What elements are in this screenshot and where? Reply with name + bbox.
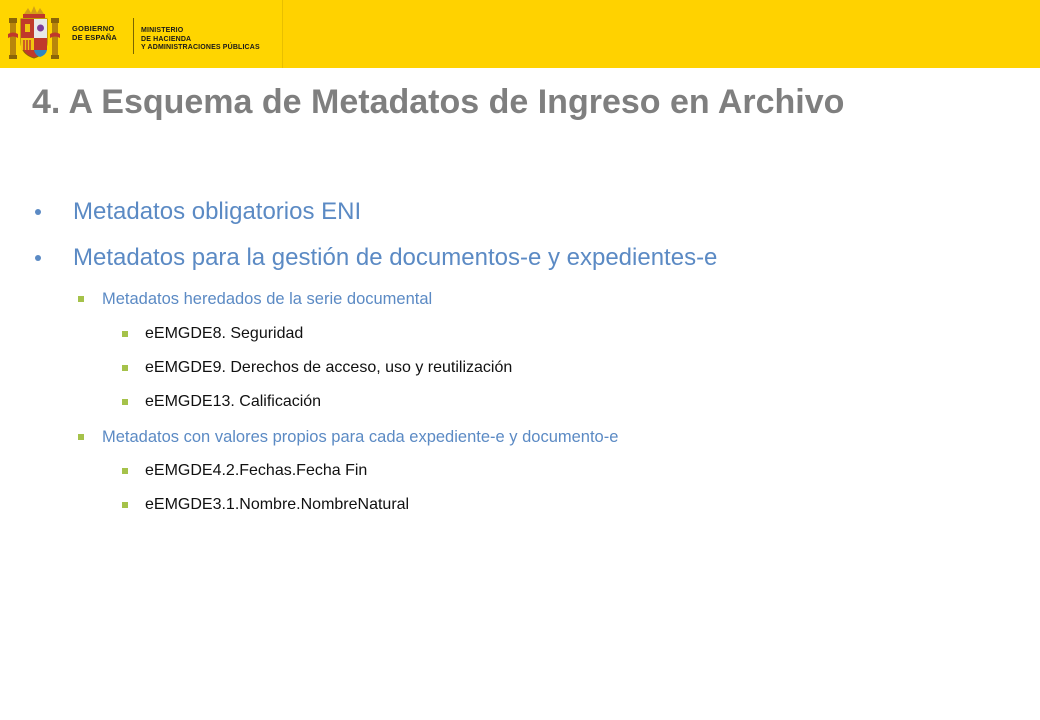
bullet-dot-icon	[35, 209, 41, 215]
bullet-square-icon	[122, 365, 128, 371]
list-item-text: eEMGDE3.1.Nombre.NombreNatural	[145, 496, 410, 513]
bullet-dot-icon	[35, 255, 41, 261]
list-item-text: Metadatos para la gestión de documentos-…	[73, 244, 718, 271]
gov-line-2: DE ESPAÑA	[72, 33, 118, 42]
bullet-square-icon	[122, 399, 128, 405]
bullet-square-icon	[122, 331, 128, 337]
slide-title: 4. A Esquema de Metadatos de Ingreso en …	[32, 83, 845, 121]
ministry-name: MINISTERIO DE HACIENDA Y ADMINISTRACIONE…	[141, 27, 260, 53]
ministry-line-2: DE HACIENDA	[141, 35, 192, 43]
gov-line-1: GOBIERNO	[72, 24, 115, 33]
list-item-text: eEMGDE13. Calificación	[145, 393, 322, 410]
list-item-text: eEMGDE9. Derechos de acceso, uso y reuti…	[145, 359, 513, 376]
list-item-text: Metadatos heredados de la serie document…	[102, 290, 433, 308]
bullet-square-icon	[78, 434, 84, 440]
logo-divider	[133, 18, 134, 54]
list-item-text: eEMGDE4.2.Fechas.Fecha Fin	[145, 462, 368, 479]
ministry-line-3: Y ADMINISTRACIONES PÚBLICAS	[141, 44, 260, 51]
government-logo: GOBIERNO DE ESPAÑA MINISTERIO DE HACIEND…	[0, 0, 283, 68]
coat-of-arms-icon	[8, 6, 60, 59]
header-bar: GOBIERNO DE ESPAÑA MINISTERIO DE HACIEND…	[0, 0, 1040, 68]
bullet-square-icon	[78, 296, 84, 302]
list-item-text: Metadatos con valores propios para cada …	[102, 428, 619, 446]
bullet-square-icon	[122, 502, 128, 508]
list-item-text: eEMGDE8. Seguridad	[145, 325, 304, 342]
government-name: GOBIERNO DE ESPAÑA	[72, 24, 117, 42]
bullet-square-icon	[122, 468, 128, 474]
ministry-line-1: MINISTERIO	[141, 27, 184, 34]
list-item-text: Metadatos obligatorios ENI	[73, 198, 362, 225]
